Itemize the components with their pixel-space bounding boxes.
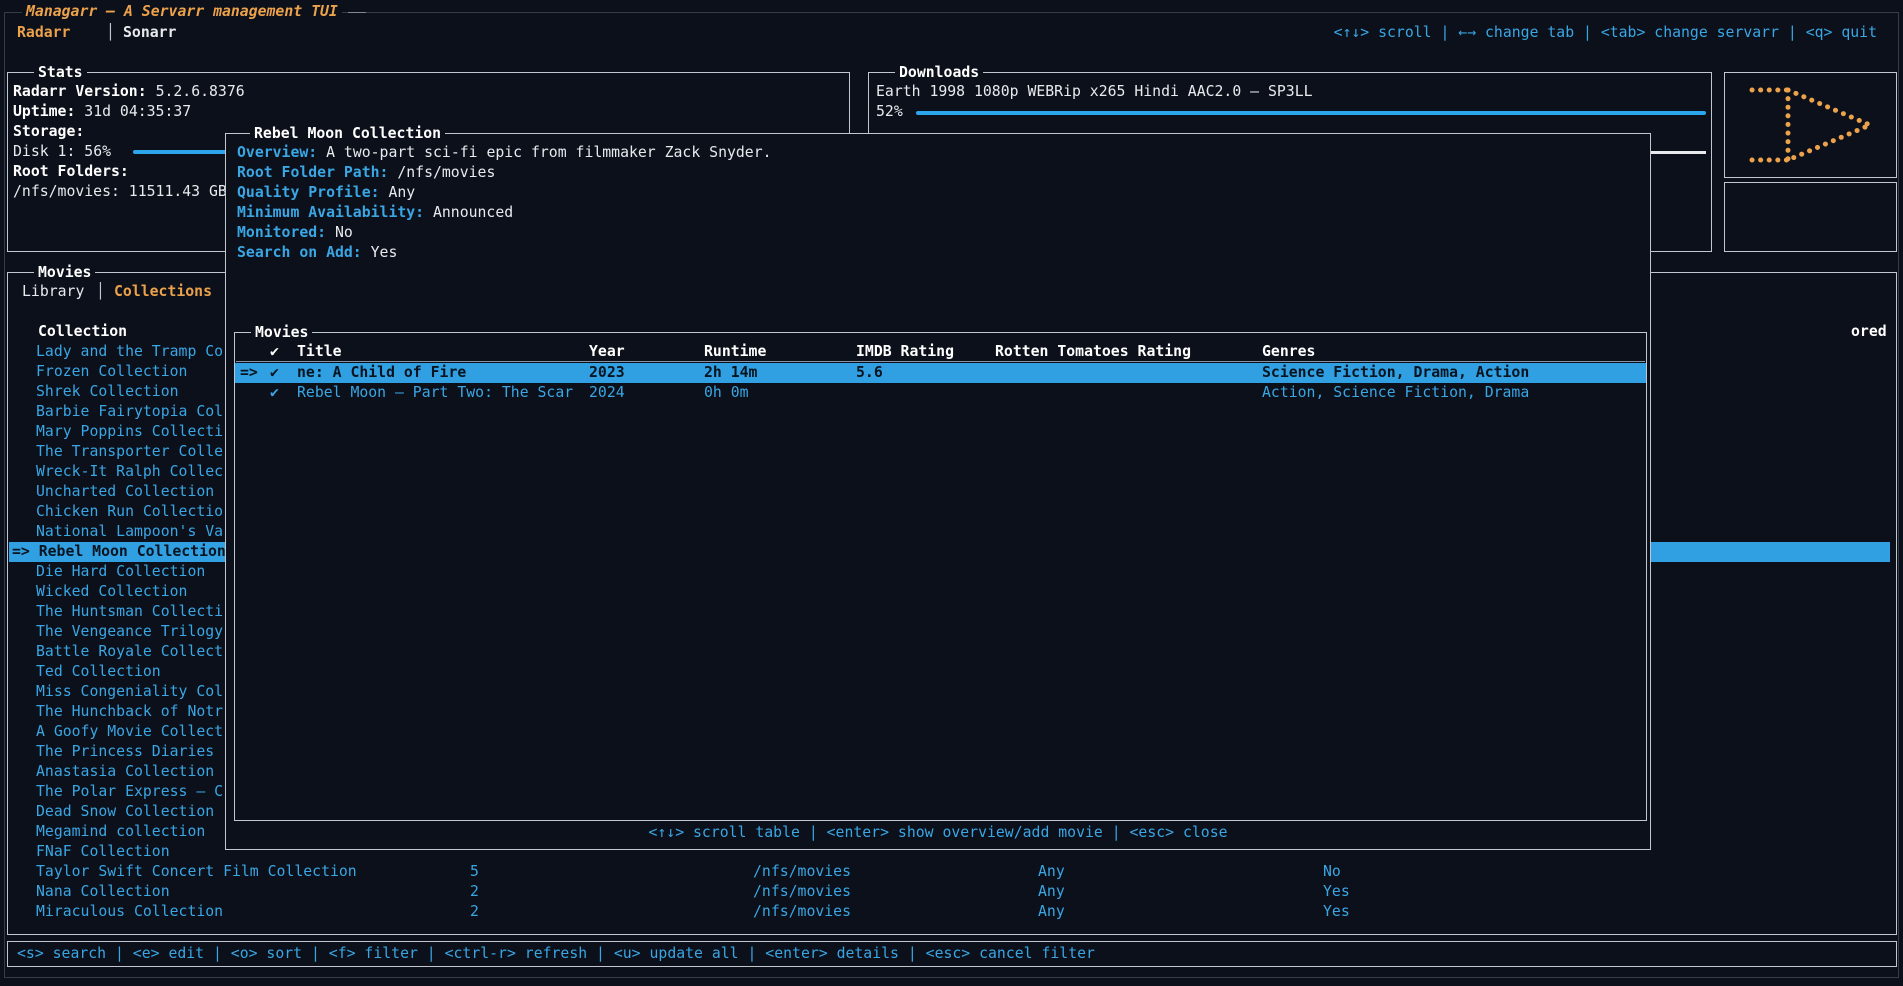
modal-field-value: A two-part sci-fi epic from filmmaker Za… <box>317 144 771 161</box>
modal-field: Minimum Availability: Announced <box>237 203 513 223</box>
movie-cell: 2024 <box>589 383 625 403</box>
movies-table-header-cell: Rotten Tomatoes Rating <box>995 342 1191 362</box>
modal-field-value: /nfs/movies <box>388 164 495 181</box>
movie-row-marker: => <box>240 363 258 383</box>
modal-field-label: Quality Profile: <box>237 184 380 201</box>
movies-table-header-cell: Runtime <box>704 342 766 362</box>
modal-field-label: Search on Add: <box>237 244 362 261</box>
modal-field-value: Announced <box>424 204 513 221</box>
modal-field: Root Folder Path: /nfs/movies <box>237 163 495 183</box>
movie-row-title[interactable]: Rebel Moon – Part Two: The Scar <box>297 383 573 403</box>
modal-title: Rebel Moon Collection <box>250 124 445 144</box>
collection-details-modal: Rebel Moon Collection Movies <↑↓> scroll… <box>0 0 1903 986</box>
movie-cell: 5.6 <box>856 363 883 383</box>
movie-cell: 2023 <box>589 363 625 383</box>
modal-field-label: Overview: <box>237 144 317 161</box>
modal-field: Overview: A two-part sci-fi epic from fi… <box>237 143 772 163</box>
managarr-app: Managarr – A Servarr management TUI Rada… <box>0 0 1903 986</box>
modal-movies-table-frame: Movies <box>234 332 1647 821</box>
modal-field-value: Yes <box>362 244 398 261</box>
modal-field-label: Monitored: <box>237 224 326 241</box>
modal-field: Monitored: No <box>237 223 353 243</box>
movie-cell: Science Fiction, Drama, Action <box>1262 363 1529 383</box>
modal-field-value: No <box>326 224 353 241</box>
movie-cell: 2h 14m <box>704 363 757 383</box>
modal-field-label: Minimum Availability: <box>237 204 424 221</box>
movies-table-header-cell: IMDB Rating <box>856 342 954 362</box>
modal-hints: <↑↓> scroll table | <enter> show overvie… <box>225 823 1651 843</box>
modal-field-value: Any <box>380 184 416 201</box>
modal-field: Search on Add: Yes <box>237 243 397 263</box>
modal-field: Quality Profile: Any <box>237 183 415 203</box>
movies-table-header-cell: Title <box>297 342 342 362</box>
movies-table-header-cell: Year <box>589 342 625 362</box>
movie-cell: 0h 0m <box>704 383 749 403</box>
modal-movies-table-title: Movies <box>251 323 312 343</box>
movie-cell: Action, Science Fiction, Drama <box>1262 383 1529 403</box>
modal-field-label: Root Folder Path: <box>237 164 388 181</box>
movies-table-header-cell: ✔ <box>270 342 279 362</box>
movie-cell: ✔ <box>270 363 279 383</box>
movie-cell: ✔ <box>270 383 279 403</box>
movies-table-header-cell: Genres <box>1262 342 1315 362</box>
movie-row-title[interactable]: ne: A Child of Fire <box>297 363 466 383</box>
